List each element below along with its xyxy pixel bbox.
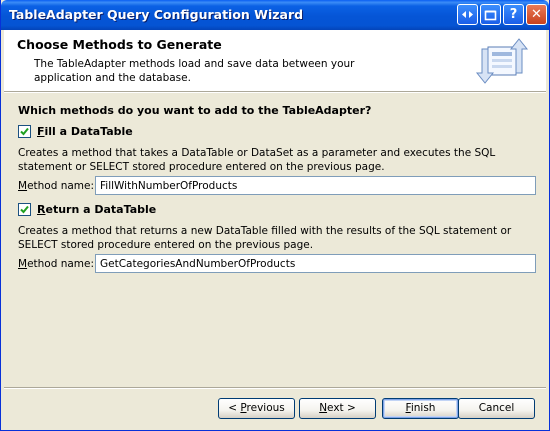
next-button[interactable]: Next > [299,398,376,419]
return-method-name-label: Method name: [18,258,95,270]
wizard-window: TableAdapter Query Configuration Wizard … [0,0,550,431]
close-button[interactable]: ✕ [526,4,547,25]
restore-icon [484,10,497,21]
finish-button[interactable]: Finish [382,398,459,419]
return-method-name-input[interactable] [95,254,536,273]
return-datatable-description: Creates a method that returns a new Data… [18,225,512,251]
wizard-arrows-icon [475,38,529,84]
close-icon: ✕ [531,7,542,22]
checkmark-icon [20,205,29,213]
return-datatable-checkbox[interactable] [18,202,31,216]
previous-button[interactable]: < Previous [218,398,295,419]
fill-datatable-label: Fill a DataTable [37,124,133,138]
checkmark-icon [20,127,29,135]
maximize-button[interactable] [480,4,501,25]
fill-method-name-input[interactable] [95,176,536,195]
window-title: TableAdapter Query Configuration Wizard [9,7,304,22]
help-overlay-icon [462,11,473,18]
fill-datatable-description: Creates a method that takes a DataTable … [18,147,496,173]
header-title: Choose Methods to Generate [17,37,222,52]
header-description: The TableAdapter methods load and save d… [34,58,355,84]
context-help-button[interactable] [457,4,478,25]
fill-method-name-label: Method name: [18,180,95,192]
wizard-header: Choose Methods to Generate The TableAdap… [4,30,546,91]
cancel-button[interactable]: Cancel [458,398,535,419]
fill-datatable-checkbox[interactable] [18,124,31,138]
help-button[interactable]: ? [503,4,524,25]
title-bar[interactable]: TableAdapter Query Configuration Wizard … [1,0,549,30]
return-datatable-option[interactable]: Return a DataTable [18,202,156,216]
return-datatable-label: Return a DataTable [37,202,157,216]
help-icon: ? [509,7,518,22]
methods-question: Which methods do you want to add to the … [18,104,372,117]
fill-datatable-option[interactable]: Fill a DataTable [18,124,133,138]
